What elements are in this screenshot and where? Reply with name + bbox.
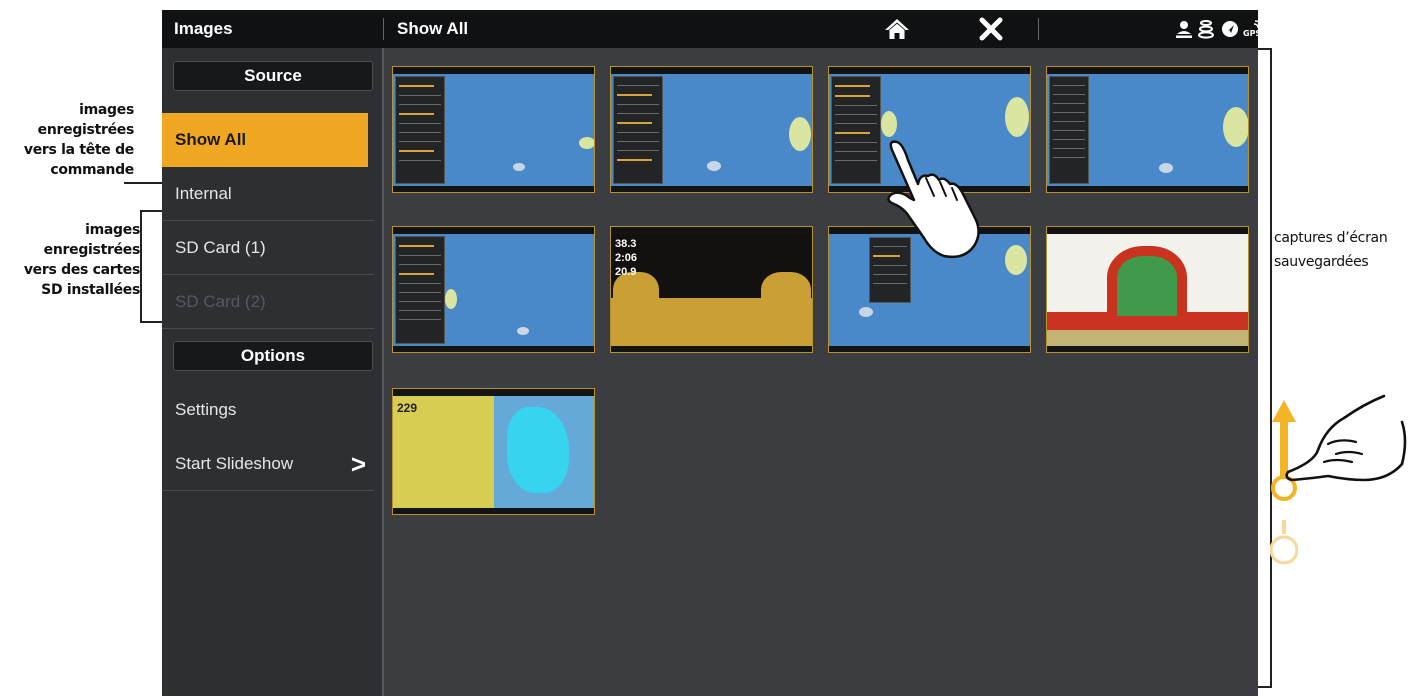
time-readout: 2:06 bbox=[615, 252, 638, 264]
chart-land bbox=[579, 137, 594, 149]
chart-depth-shading bbox=[507, 407, 569, 493]
thumbnail-status-bar bbox=[393, 67, 594, 74]
settings-item[interactable]: Settings bbox=[162, 383, 374, 437]
thumbnail-footer bbox=[393, 346, 594, 352]
thumbnail-menu-overlay bbox=[1049, 76, 1089, 184]
signal-icon bbox=[1198, 20, 1214, 39]
chart-land bbox=[1005, 245, 1027, 275]
thumbnail-footer bbox=[611, 186, 812, 192]
split-readout: 229 bbox=[397, 401, 418, 415]
close-icon bbox=[979, 17, 1003, 41]
chart-land bbox=[1223, 107, 1248, 147]
chart-land bbox=[1159, 163, 1173, 173]
thumbnail-footer bbox=[393, 508, 594, 514]
close-button[interactable] bbox=[978, 16, 1004, 42]
sidebar-item-sd-card-1[interactable]: SD Card (1) bbox=[162, 221, 374, 275]
status-divider bbox=[1038, 18, 1039, 40]
sidebar-item-show-all[interactable]: Show All bbox=[162, 113, 378, 167]
chart-land bbox=[517, 327, 529, 335]
swipe-hand-icon bbox=[1285, 394, 1407, 482]
options-header: Options bbox=[173, 341, 373, 371]
app-title: Images bbox=[174, 19, 233, 38]
sonar-structure bbox=[1107, 246, 1187, 316]
sidebar-item-sd-card-2: SD Card (2) bbox=[162, 275, 374, 329]
thumbnail-chart-5[interactable] bbox=[392, 226, 595, 353]
chart-land bbox=[445, 289, 457, 309]
navigation-icon bbox=[1222, 21, 1238, 37]
annotation-screenshots-line2: sauvegardées bbox=[1274, 254, 1369, 270]
thumbnail-status-bar bbox=[611, 227, 812, 234]
thumbnail-footer bbox=[393, 186, 594, 192]
sonar-bottom bbox=[1047, 330, 1248, 346]
home-icon bbox=[885, 19, 909, 39]
annotation-bracket-bottom bbox=[1258, 686, 1272, 688]
scroll-start-marker-icon bbox=[1270, 520, 1298, 565]
sidebar-item-label: SD Card (1) bbox=[175, 238, 266, 257]
thumbnail-status-bar bbox=[393, 227, 594, 234]
thumbnail-footer bbox=[829, 346, 1030, 352]
thumbnail-status-bar bbox=[829, 67, 1030, 74]
annotation-sd-cards: images enregistrées vers des cartes SD i… bbox=[23, 222, 140, 298]
thumbnail-sonar-2[interactable] bbox=[1046, 226, 1249, 353]
thumbnail-status-bar bbox=[393, 389, 594, 396]
annotation-bracket-sd-top bbox=[140, 210, 162, 212]
thumbnail-chart-4[interactable] bbox=[1046, 66, 1249, 193]
gps-icon: GPS bbox=[1243, 20, 1258, 38]
thumbnail-split-chart[interactable]: 229 bbox=[392, 388, 595, 515]
chart-land bbox=[1005, 97, 1029, 137]
thumbnail-footer bbox=[1047, 186, 1248, 192]
temp-readout: 20.9 bbox=[615, 266, 637, 278]
thumbnail-footer bbox=[611, 346, 812, 352]
gps-label: GPS bbox=[1243, 29, 1258, 38]
sidebar-item-internal[interactable]: Internal bbox=[162, 167, 374, 221]
thumbnail-menu-overlay bbox=[831, 76, 881, 184]
home-button[interactable] bbox=[884, 17, 910, 41]
sidebar-item-label: Show All bbox=[175, 130, 247, 149]
depth-readout: 38.3 bbox=[615, 238, 637, 250]
sonar-hump bbox=[761, 272, 811, 316]
thumbnail-status-bar bbox=[611, 67, 812, 74]
thumbnail-chart-1[interactable] bbox=[392, 66, 595, 193]
chart-land bbox=[881, 111, 897, 137]
chevron-right-icon: > bbox=[350, 449, 366, 479]
thumbnail-sonar-1[interactable]: 38.3 2:06 20.9 bbox=[610, 226, 813, 353]
sonar-readout: 38.3 2:06 20.9 bbox=[615, 237, 637, 279]
view-title: Show All bbox=[397, 19, 469, 38]
start-slideshow-label: Start Slideshow bbox=[175, 454, 294, 473]
chart-land bbox=[707, 161, 721, 171]
thumbnail-status-bar bbox=[1047, 227, 1248, 234]
thumbnail-chart-2[interactable] bbox=[610, 66, 813, 193]
annotation-internal: images enregistrées vers la tête de comm… bbox=[23, 102, 134, 178]
person-icon bbox=[1176, 21, 1192, 38]
thumbnail-menu-overlay bbox=[395, 236, 445, 344]
title-bar: Images Show All GPS bbox=[162, 10, 1258, 48]
title-divider bbox=[383, 18, 384, 40]
thumbnail-menu-overlay bbox=[395, 76, 445, 184]
start-slideshow-item[interactable]: Start Slideshow > bbox=[162, 437, 374, 491]
sidebar: Source Show All Internal SD Card (1) SD … bbox=[162, 48, 384, 696]
touch-hand-icon bbox=[887, 140, 980, 259]
thumbnail-footer bbox=[1047, 346, 1248, 352]
annotation-bracket-sd-vertical bbox=[140, 210, 142, 322]
chart-land bbox=[859, 307, 873, 317]
annotation-bracket-vertical bbox=[1270, 48, 1272, 688]
annotation-screenshots-line1: captures d’écran bbox=[1274, 230, 1388, 246]
annotation-screenshots: captures d’écran sauvegardées bbox=[1274, 226, 1388, 274]
source-header: Source bbox=[173, 61, 373, 91]
sidebar-item-label: SD Card (2) bbox=[175, 292, 266, 311]
thumbnail-menu-overlay bbox=[613, 76, 663, 184]
chart-land bbox=[513, 163, 525, 171]
device-screen: Images Show All GPS Source Show All Inte… bbox=[162, 10, 1258, 696]
selection-notch bbox=[368, 121, 378, 159]
thumbnail-status-bar bbox=[1047, 67, 1248, 74]
chart-land bbox=[789, 117, 811, 151]
annotation-bracket-sd-bottom bbox=[140, 321, 162, 323]
annotation-leader-internal bbox=[124, 182, 162, 184]
sidebar-item-label: Internal bbox=[175, 184, 232, 203]
settings-label: Settings bbox=[175, 400, 237, 419]
